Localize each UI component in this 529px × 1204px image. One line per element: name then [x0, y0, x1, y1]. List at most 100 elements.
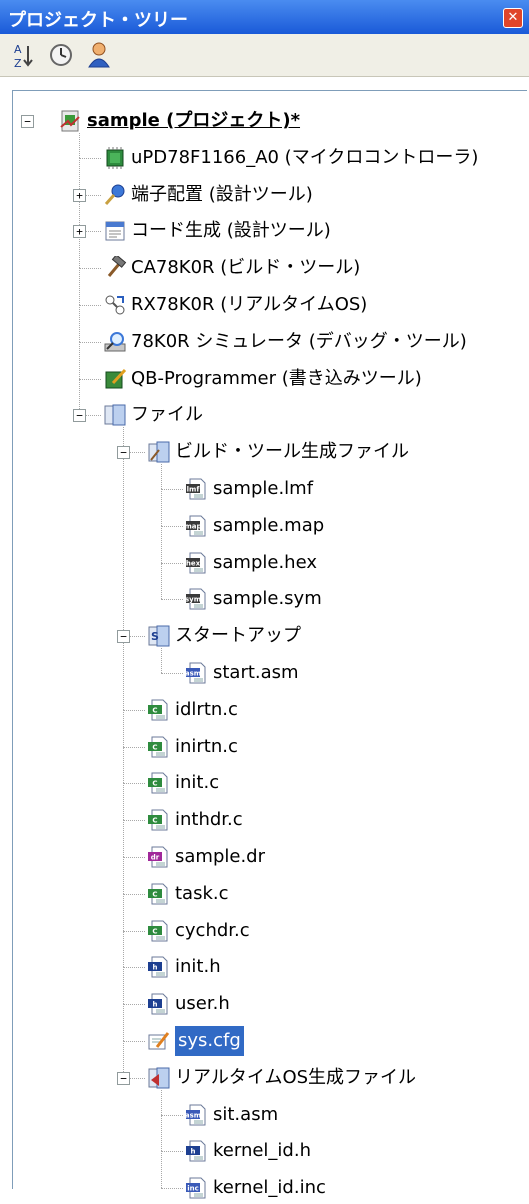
startup-folder-icon: S	[147, 624, 171, 648]
tree-item-9[interactable]: ビルド・ツール生成ファイル	[147, 436, 409, 468]
tree-item-label: user.h	[175, 993, 230, 1015]
tree-item-label: リアルタイムOS生成ファイル	[175, 1066, 417, 1088]
tree-item-26[interactable]: リアルタイムOS生成ファイル	[147, 1062, 416, 1094]
tree-connector-line	[123, 709, 124, 747]
tree-item-label: kernel_id.h	[213, 1140, 311, 1162]
tree-item-label: start.asm	[213, 662, 299, 683]
tree-item-2[interactable]: 端子配置 (設計ツール)	[103, 179, 313, 211]
tree-item-25[interactable]: sys.cfg	[147, 1025, 244, 1057]
sort-button[interactable]: A Z	[8, 40, 38, 70]
tree-item-label: uPD78F1166_A0 (マイクロコントローラ)	[131, 146, 479, 168]
c-file-icon: C	[147, 808, 171, 832]
tree-item-17[interactable]: C inirtn.c	[147, 731, 238, 763]
tree-connector-line	[79, 341, 80, 379]
tree-item-14[interactable]: S スタートアップ	[147, 620, 301, 652]
tree-connector-line	[123, 930, 124, 968]
expand-button[interactable]: +	[73, 188, 86, 202]
tree-item-23[interactable]: h init.h	[147, 951, 221, 983]
tree-connector-line	[161, 525, 162, 563]
tree-item-19[interactable]: C inthdr.c	[147, 804, 243, 836]
svg-text:inc: inc	[187, 1185, 199, 1193]
svg-text:C: C	[152, 927, 157, 935]
rtos-icon	[103, 293, 127, 317]
tree-item-4[interactable]: CA78K0R (ビルド・ツール)	[103, 252, 360, 284]
programmer-icon	[103, 367, 127, 391]
tree-item-12[interactable]: hex sample.hex	[185, 547, 317, 579]
tree-connector-line	[123, 893, 145, 895]
tree-item-22[interactable]: C cychdr.c	[147, 915, 250, 947]
tree-item-15[interactable]: asm start.asm	[185, 657, 299, 689]
close-button[interactable]: ✕	[503, 8, 523, 28]
cfg-file-icon	[147, 1029, 171, 1053]
tree-connector-line	[161, 1188, 183, 1190]
svg-text:asm: asm	[185, 670, 201, 678]
tree-connector-line	[123, 746, 145, 748]
tree-item-label: スタートアップ	[175, 625, 301, 647]
tree-view: sample (プロジェクト)* − uPD78F1166_A0 (マイクロコントロ…	[12, 90, 527, 1199]
person-button[interactable]	[84, 40, 114, 70]
collapse-button[interactable]: −	[21, 115, 34, 128]
tree-connector-line	[161, 489, 183, 490]
tree-item-label: sample.dr	[175, 846, 265, 867]
simulator-icon	[103, 330, 127, 354]
tree-connector-line	[123, 893, 124, 931]
collapse-button[interactable]: −	[117, 1071, 130, 1085]
tree-item-label: CA78K0R (ビルド・ツール)	[131, 257, 361, 279]
svg-text:C: C	[152, 743, 157, 751]
tree-connector-line	[79, 341, 101, 343]
tree-connector-line	[123, 636, 124, 710]
tree-item-label: sample (プロジェクト)*	[87, 110, 301, 131]
svg-text:h: h	[153, 964, 158, 972]
asm-file-icon: asm	[185, 661, 209, 685]
tree-item-1[interactable]: uPD78F1166_A0 (マイクロコントローラ)	[103, 142, 478, 174]
lmf-file-icon: lmf	[185, 477, 209, 501]
tree-connector-line	[161, 1114, 183, 1116]
tree-item-3[interactable]: コード生成 (設計ツール)	[103, 215, 331, 247]
tree-item-13[interactable]: sym sample.sym	[185, 583, 322, 615]
tree-item-24[interactable]: h user.h	[147, 988, 230, 1020]
tree-connector-line	[161, 562, 162, 600]
expand-button[interactable]: +	[73, 225, 86, 239]
svg-text:h: h	[153, 1001, 158, 1009]
tree-item-label: sample.lmf	[213, 478, 314, 499]
tree-item-16[interactable]: C idlrtn.c	[147, 694, 238, 726]
tree-connector-line	[123, 783, 145, 785]
tree-item-6[interactable]: 78K0R シミュレータ (デバッグ・ツール)	[103, 326, 467, 358]
svg-text:C: C	[152, 817, 157, 825]
tree-item-label: init.c	[175, 772, 220, 794]
tree-item-7[interactable]: QB-Programmer (書き込みツール)	[103, 363, 422, 395]
tree-connector-line	[161, 673, 183, 674]
tree-item-21[interactable]: C task.c	[147, 878, 229, 910]
inc-file-icon: inc	[185, 1176, 209, 1200]
tree-item-29[interactable]: inc kernel_id.inc	[185, 1172, 326, 1204]
toolbar: A Z	[0, 34, 529, 77]
hex-file-icon: hex	[185, 551, 209, 575]
tree-item-18[interactable]: C init.c	[147, 767, 219, 799]
close-icon: ✕	[507, 10, 519, 25]
panel-title: プロジェクト・ツリー	[8, 10, 188, 31]
tree-connector-line	[123, 1004, 124, 1041]
tree-item-5[interactable]: RX78K0R (リアルタイムOS)	[103, 289, 367, 321]
collapse-button[interactable]: −	[117, 630, 130, 644]
tree-item-20[interactable]: dr sample.dr	[147, 841, 265, 873]
tree-item-0[interactable]: sample (プロジェクト)*	[59, 105, 300, 137]
tree-connector-line	[123, 820, 145, 822]
history-button[interactable]	[46, 40, 76, 70]
svg-text:map: map	[185, 522, 202, 530]
hammer-icon	[103, 254, 127, 280]
tree-item-11[interactable]: map sample.map	[184, 510, 324, 542]
tree-connector-line	[161, 1114, 162, 1152]
svg-text:C: C	[152, 780, 157, 788]
svg-text:C: C	[152, 706, 157, 714]
collapse-button[interactable]: −	[117, 446, 130, 460]
tree-item-label: RX78K0R (リアルタイムOS)	[131, 294, 368, 315]
tree-item-label: sample.hex	[213, 551, 317, 573]
tree-item-8[interactable]: ファイル	[103, 399, 203, 431]
tree-item-27[interactable]: asm sit.asm	[185, 1099, 278, 1131]
tree-item-10[interactable]: lmf sample.lmf	[185, 473, 313, 505]
tree-item-label: 78K0R シミュレータ (デバッグ・ツール)	[131, 330, 467, 352]
rtos-folder-icon	[147, 1066, 171, 1090]
tree-connector-line	[79, 305, 101, 306]
tree-item-28[interactable]: h kernel_id.h	[185, 1135, 311, 1167]
collapse-button[interactable]: −	[73, 409, 86, 423]
